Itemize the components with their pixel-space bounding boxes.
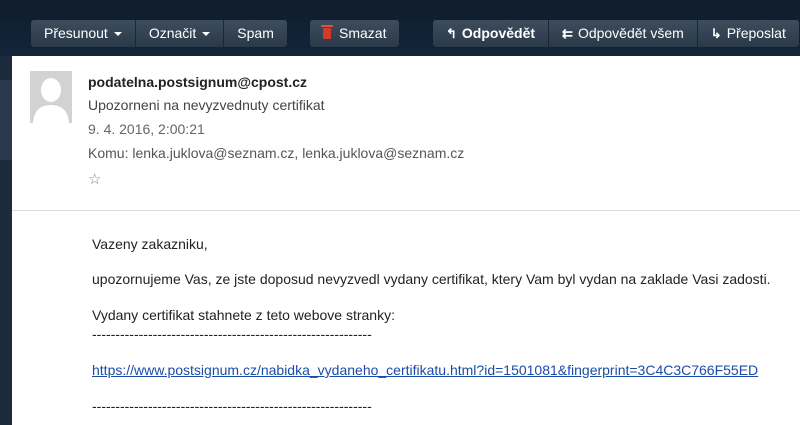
reply-button[interactable]: ↰ Odpovědět — [433, 20, 550, 47]
reply-arrow-icon: ↰ — [446, 26, 457, 41]
certificate-link[interactable]: https://www.postsignum.cz/nabidka_vydane… — [92, 362, 758, 378]
reply-all-label: Odpovědět všem — [577, 25, 684, 41]
chevron-down-icon — [113, 31, 122, 36]
delete-label: Smazat — [339, 25, 387, 41]
mark-button[interactable]: Označit — [135, 20, 225, 47]
reply-group: ↰ Odpovědět ⇇ Odpovědět všem ↳ Přeposlat — [433, 20, 799, 47]
action-group: Přesunout Označit Spam — [31, 20, 287, 47]
sender-address: podatelna.postsignum@cpost.cz — [88, 74, 308, 90]
star-icon[interactable]: ☆ — [88, 170, 101, 188]
trash-icon — [321, 25, 333, 39]
forward-button[interactable]: ↳ Přeposlat — [697, 20, 799, 47]
delete-group: Smazat — [310, 20, 400, 47]
reply-all-arrow-icon: ⇇ — [562, 26, 573, 41]
person-silhouette-icon — [30, 71, 72, 123]
mark-label: Označit — [148, 25, 197, 41]
body-paragraph: Vydany certifikat stahnete z teto webove… — [92, 307, 395, 323]
body-separator: ----------------------------------------… — [92, 398, 372, 414]
move-label: Přesunout — [44, 25, 108, 41]
move-button[interactable]: Přesunout — [31, 20, 136, 47]
message-subject: Upozorneni na nevyzvednuty certifikat — [88, 97, 325, 113]
spam-label: Spam — [237, 25, 274, 41]
spam-button[interactable]: Spam — [224, 20, 287, 47]
body-paragraph: upozornujeme Vas, ze jste doposud nevyzv… — [92, 271, 771, 287]
recipients: Komu: lenka.juklova@seznam.cz, lenka.juk… — [88, 145, 465, 161]
body-separator: ----------------------------------------… — [92, 326, 372, 342]
body-greeting: Vazeny zakazniku, — [92, 236, 208, 252]
toolbar: Přesunout Označit Spam Smazat ↰ Odpovědě… — [0, 0, 800, 56]
avatar — [30, 71, 72, 123]
forward-label: Přeposlat — [726, 25, 786, 41]
chevron-down-icon — [202, 31, 211, 36]
message-date: 9. 4. 2016, 2:00:21 — [88, 121, 205, 137]
message-header: podatelna.postsignum@cpost.cz Upozorneni… — [12, 56, 800, 211]
delete-button[interactable]: Smazat — [310, 20, 400, 47]
sidebar-selected-marker — [0, 80, 12, 160]
reply-all-button[interactable]: ⇇ Odpovědět všem — [549, 20, 698, 47]
sidebar-edge — [0, 56, 12, 425]
message-panel: podatelna.postsignum@cpost.cz Upozorneni… — [12, 56, 800, 425]
reply-label: Odpovědět — [461, 25, 536, 41]
forward-arrow-icon: ↳ — [710, 26, 722, 41]
